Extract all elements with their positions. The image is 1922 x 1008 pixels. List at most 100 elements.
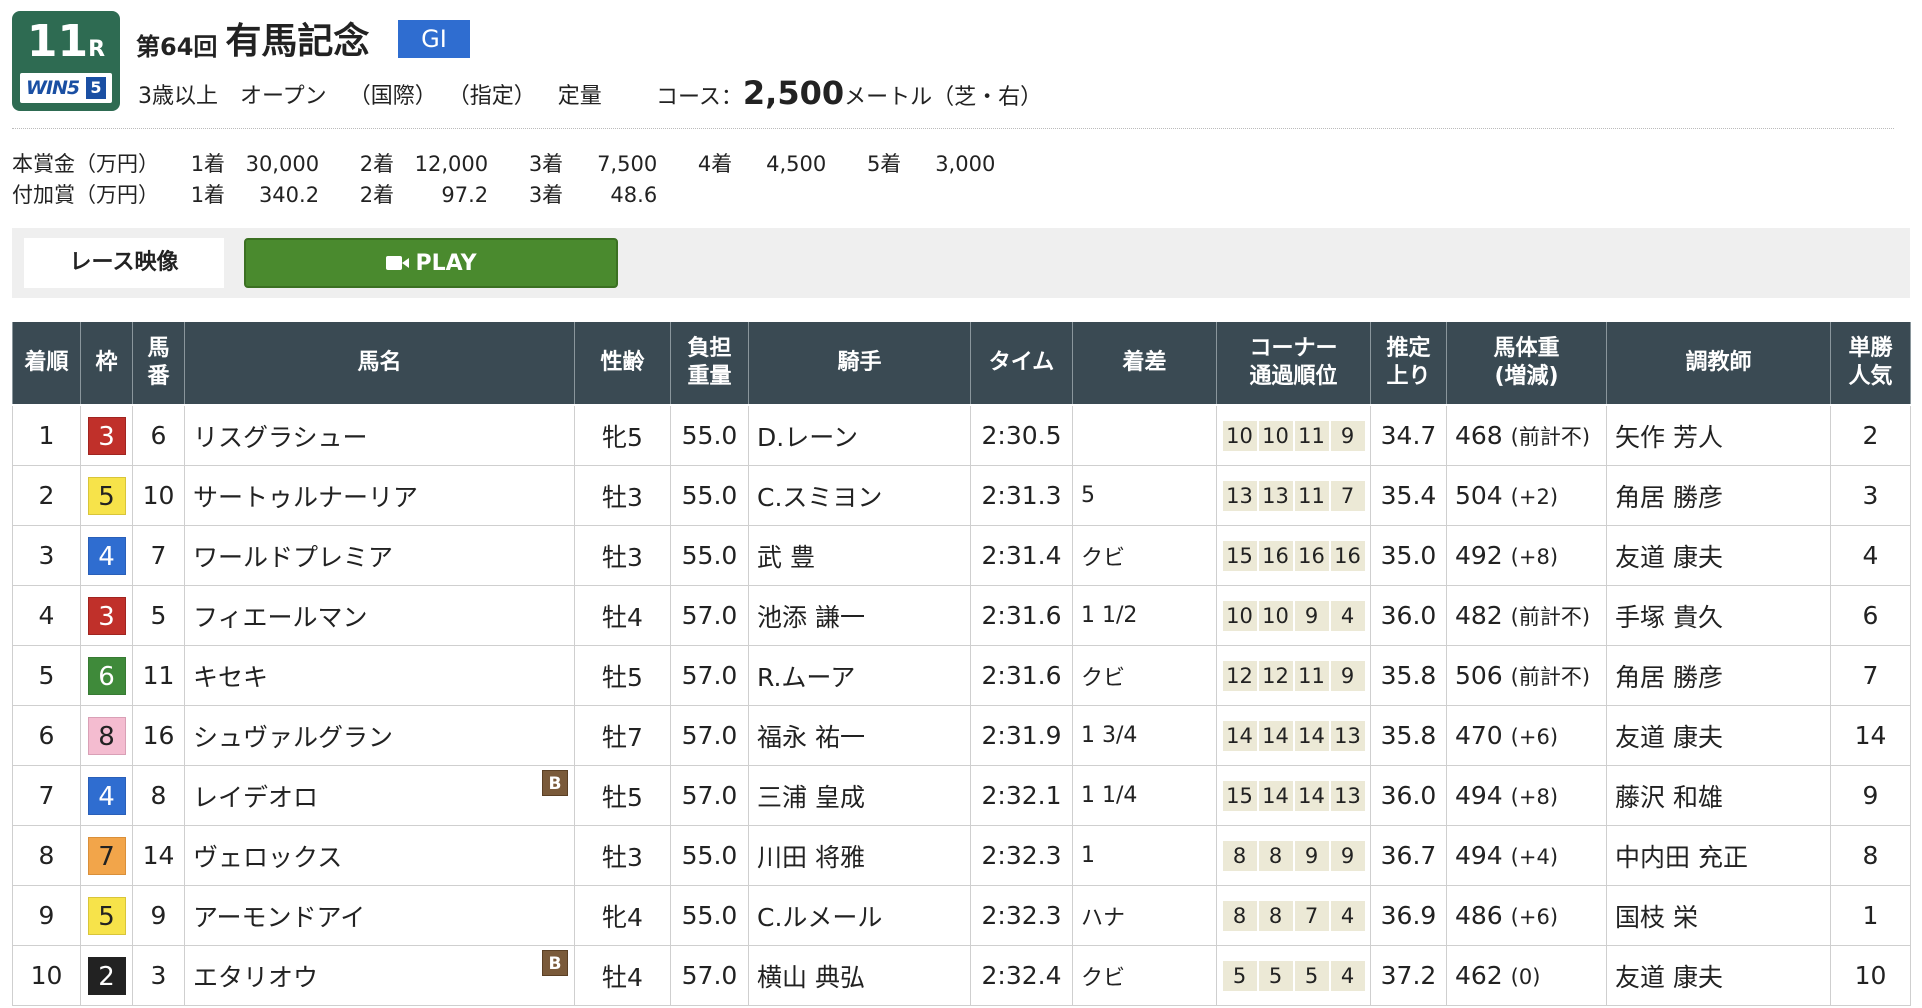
corner-position: 12 <box>1258 660 1293 691</box>
horse-name-link[interactable]: アーモンドアイ <box>193 903 365 932</box>
popularity: 9 <box>1830 765 1911 826</box>
sex-age: 牡3 <box>574 825 671 886</box>
sex-age: 牡4 <box>574 585 671 646</box>
waku-cell: 7 <box>80 825 133 886</box>
table-row: 3 4 7 ワールドプレミア 牡3 55.0 武 豊 2:31.4 クビ 15 16 16 16 35.0… <box>12 525 1911 586</box>
load-weight: 57.0 <box>670 585 749 646</box>
load-weight: 55.0 <box>670 404 749 466</box>
horse-name-link[interactable]: リスグラシュー <box>193 423 368 452</box>
play-button[interactable]: PLAY <box>244 238 618 288</box>
agari: 35.0 <box>1370 525 1447 586</box>
corner-cell: 10 10 9 4 <box>1216 585 1371 646</box>
agari: 35.4 <box>1370 465 1447 526</box>
table-row: 6 8 16 シュヴァルグラン 牡7 57.0 福永 祐一 2:31.9 1 3/4 14 14 14… <box>12 705 1911 766</box>
corner-position: 9 <box>1330 420 1365 451</box>
col-trainer: 調教師 <box>1606 320 1831 406</box>
corner-position: 10 <box>1222 420 1257 451</box>
jockey-name[interactable]: 武 豊 <box>748 525 971 586</box>
col-seirei: 性齢 <box>574 320 671 406</box>
corner-position: 13 <box>1330 720 1365 751</box>
horse-weight-cell: 470 (+6) <box>1446 705 1607 766</box>
race-name: 有馬記念 <box>225 21 370 62</box>
col-jockey: 騎手 <box>748 320 971 406</box>
jockey-name[interactable]: 池添 謙一 <box>748 585 971 646</box>
corner-position: 4 <box>1330 600 1365 631</box>
horse-name-cell: シュヴァルグラン <box>184 705 575 766</box>
corner-position: 5 <box>1294 960 1329 991</box>
race-number-badge: 11R WIN5 5 <box>12 11 120 111</box>
jockey-name[interactable]: 横山 典弘 <box>748 945 971 1006</box>
horse-name-link[interactable]: シュヴァルグラン <box>193 723 393 752</box>
finish-time: 2:31.6 <box>970 645 1073 706</box>
trainer-name[interactable]: 角居 勝彦 <box>1606 465 1831 526</box>
horse-weight: 494 <box>1455 841 1503 870</box>
col-umaban: 馬番 <box>132 320 185 406</box>
trainer-name[interactable]: 中内田 充正 <box>1606 825 1831 886</box>
bonus-prize-row: 付加賞（万円） 1着 340.2 2着 97.2 3着 48.6 <box>12 183 658 207</box>
horse-weight-cell: 468 (前計不) <box>1446 404 1607 466</box>
jockey-name[interactable]: R.ムーア <box>748 645 971 706</box>
horse-name-link[interactable]: ヴェロックス <box>193 843 342 872</box>
corner-position: 9 <box>1294 600 1329 631</box>
horse-weight: 462 <box>1455 961 1503 990</box>
load-weight: 55.0 <box>670 825 749 886</box>
col-futan: 負担 重量 <box>670 320 749 406</box>
corner-cell: 8899 <box>1216 825 1371 886</box>
trainer-name[interactable]: 藤沢 和雄 <box>1606 765 1831 826</box>
trainer-name[interactable]: 国枝 栄 <box>1606 885 1831 946</box>
divider <box>12 128 1894 129</box>
horse-name-link[interactable]: レイデオロ <box>193 783 318 812</box>
corner-cell: 5554 <box>1216 945 1371 1006</box>
horse-name-cell: サートゥルナーリア <box>184 465 575 526</box>
horse-name-link[interactable]: フィエールマン <box>193 603 368 632</box>
weight-diff: (0) <box>1510 965 1541 989</box>
corner-position: 13 <box>1258 480 1293 511</box>
waku-badge: 5 <box>87 896 126 935</box>
jockey-name[interactable]: D.レーン <box>748 404 971 466</box>
corner-position: 11 <box>1294 480 1329 511</box>
corner-cell: 12 12 11 9 <box>1216 645 1371 706</box>
horse-name-link[interactable]: エタリオウ <box>193 963 318 992</box>
race-title: 第64回 有馬記念 <box>136 14 369 64</box>
popularity: 14 <box>1830 705 1911 766</box>
corner-position: 14 <box>1258 780 1293 811</box>
col-popularity: 単勝 人気 <box>1830 320 1911 406</box>
corner-position: 10 <box>1222 600 1257 631</box>
load-weight: 57.0 <box>670 645 749 706</box>
horse-number: 11 <box>132 645 185 706</box>
jockey-name[interactable]: 川田 将雅 <box>748 825 971 886</box>
table-row: 5 6 11 キセキ 牡5 57.0 R.ムーア 2:31.6 クビ 12 12 11 9 35.8 506… <box>12 645 1911 706</box>
weight-diff: (+8) <box>1510 545 1559 569</box>
horse-name-link[interactable]: ワールドプレミア <box>193 543 393 572</box>
horse-name-link[interactable]: サートゥルナーリア <box>193 483 418 512</box>
margin: 1 3/4 <box>1072 705 1217 766</box>
jockey-name[interactable]: 三浦 皇成 <box>748 765 971 826</box>
margin: 1 1/2 <box>1072 585 1217 646</box>
popularity: 1 <box>1830 885 1911 946</box>
popularity: 4 <box>1830 525 1911 586</box>
corner-cell: 14 14 14 13 <box>1216 705 1371 766</box>
margin: クビ <box>1072 525 1217 586</box>
agari: 37.2 <box>1370 945 1447 1006</box>
finish-time: 2:32.3 <box>970 825 1073 886</box>
waku-badge: 5 <box>87 476 126 515</box>
horse-number: 3 <box>132 945 185 1006</box>
trainer-name[interactable]: 手塚 貴久 <box>1606 585 1831 646</box>
jockey-name[interactable]: C.ルメール <box>748 885 971 946</box>
corner-cell: 13 13 11 7 <box>1216 465 1371 526</box>
result-table-body: 1 3 6 リスグラシュー 牝5 55.0 D.レーン 2:30.5 10 10 11 9 34.7 46… <box>12 404 1911 1006</box>
trainer-name[interactable]: 角居 勝彦 <box>1606 645 1831 706</box>
trainer-name[interactable]: 矢作 芳人 <box>1606 404 1831 466</box>
weight-diff: (+6) <box>1510 725 1559 749</box>
trainer-name[interactable]: 友道 康夫 <box>1606 705 1831 766</box>
trainer-name[interactable]: 友道 康夫 <box>1606 945 1831 1006</box>
finish-position: 8 <box>12 825 81 886</box>
jockey-name[interactable]: C.スミヨン <box>748 465 971 526</box>
finish-position: 4 <box>12 585 81 646</box>
waku-cell: 6 <box>80 645 133 706</box>
waku-cell: 3 <box>80 404 133 466</box>
margin: 1 <box>1072 825 1217 886</box>
trainer-name[interactable]: 友道 康夫 <box>1606 525 1831 586</box>
jockey-name[interactable]: 福永 祐一 <box>748 705 971 766</box>
horse-name-link[interactable]: キセキ <box>193 663 268 692</box>
